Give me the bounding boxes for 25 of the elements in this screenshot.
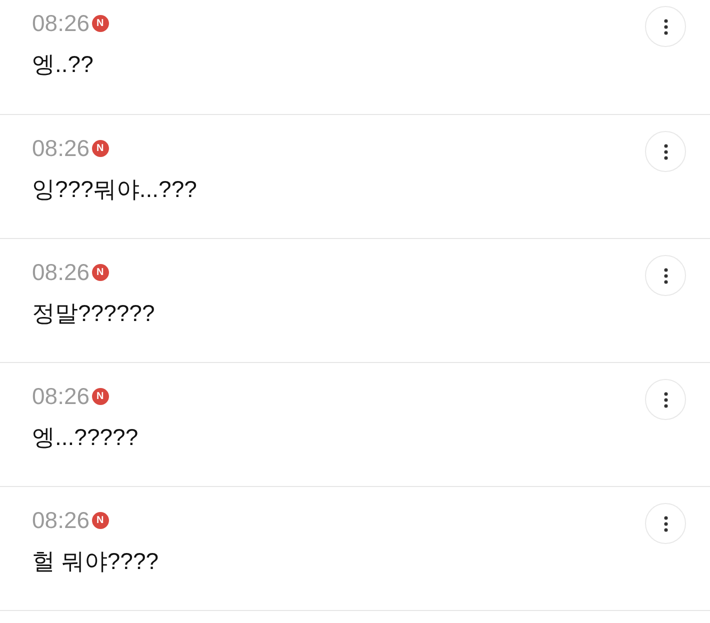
- more-button[interactable]: [645, 379, 686, 420]
- more-icon: [664, 392, 668, 408]
- new-badge: N: [92, 140, 109, 157]
- comment-text: 잉???뭐야...???: [32, 175, 198, 204]
- more-icon: [664, 144, 668, 160]
- comment-time: 08:26: [32, 10, 90, 37]
- comment-text: 엥...?????: [32, 423, 140, 452]
- new-badge: N: [92, 15, 109, 32]
- comment-time: 08:26: [32, 259, 90, 286]
- more-icon: [664, 268, 668, 284]
- comment-time: 08:26: [32, 507, 90, 534]
- new-badge: N: [92, 264, 109, 281]
- more-icon: [664, 516, 668, 532]
- more-button[interactable]: [645, 255, 686, 296]
- comment-text: 헐 뭐야????: [32, 547, 160, 576]
- new-badge: N: [92, 388, 109, 405]
- comment-text: 엥..??: [32, 50, 94, 79]
- more-button[interactable]: [645, 131, 686, 172]
- more-button[interactable]: [645, 6, 686, 47]
- new-badge: N: [92, 512, 109, 529]
- comment-time: 08:26: [32, 135, 90, 162]
- comment-text: 정말??????: [32, 299, 156, 328]
- more-icon: [664, 18, 668, 34]
- comment-time: 08:26: [32, 383, 90, 410]
- more-button[interactable]: [645, 503, 686, 544]
